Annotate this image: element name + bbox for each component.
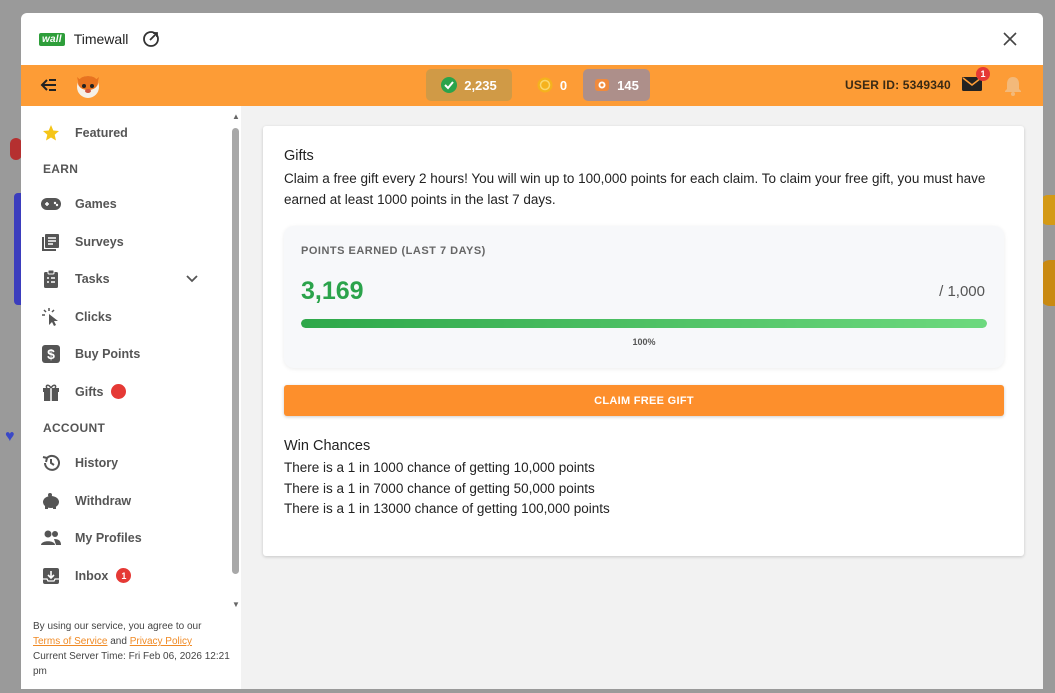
piggy-bank-icon	[41, 491, 61, 511]
points-earned-panel: POINTS EARNED (LAST 7 DAYS) 3,169 / 1,00…	[284, 226, 1004, 368]
check-circle-icon	[441, 77, 458, 93]
sidebar-item-featured[interactable]: Featured	[21, 114, 231, 152]
sidebar-item-surveys[interactable]: Surveys	[21, 223, 231, 261]
privacy-policy-link[interactable]: Privacy Policy	[130, 636, 192, 647]
win-chance-line: There is a 1 in 1000 chance of getting 1…	[284, 460, 595, 475]
progress-bar-fill	[301, 319, 987, 328]
scroll-up-arrow-icon[interactable]: ▲	[232, 112, 240, 121]
sidebar-item-tasks[interactable]: Tasks	[21, 261, 231, 299]
inbox-icon	[41, 566, 61, 586]
sidebar-scrollbar[interactable]: ▲ ▼	[231, 112, 241, 609]
scrollbar-thumb[interactable]	[232, 128, 239, 574]
scroll-down-arrow-icon[interactable]: ▼	[232, 600, 240, 609]
ticket-balance-value: 145	[617, 77, 639, 93]
gift-icon	[41, 382, 61, 402]
legal-notice: By using our service, you agree to our	[33, 621, 202, 632]
win-chance-line: There is a 1 in 7000 chance of getting 5…	[284, 480, 595, 496]
sidebar-item-label: Inbox	[75, 568, 109, 583]
sidebar-item-label: Games	[75, 197, 117, 212]
progress-bar	[301, 319, 987, 328]
sidebar-nav: Featured EARN Games Surveys Tasks Clicks…	[21, 106, 231, 616]
account-section-header: ACCOUNT	[43, 420, 106, 435]
sidebar-item-my-profiles[interactable]: My Profiles	[21, 520, 231, 558]
win-chances-title: Win Chances	[284, 438, 371, 454]
gifts-title: Gifts	[284, 148, 314, 164]
timewall-modal: wall Timewall 2,235 0 145 USER ID: 53493…	[21, 13, 1043, 689]
mail-badge: 1	[976, 67, 990, 81]
sidebar-item-label: Buy Points	[75, 347, 141, 362]
sidebar-item-label: Clicks	[75, 309, 112, 324]
chevron-down-icon[interactable]	[186, 270, 198, 288]
timewall-mascot-logo[interactable]	[73, 71, 103, 101]
modal-title: Timewall	[73, 31, 129, 47]
points-balance-value: 2,235	[464, 77, 497, 93]
sidebar-item-label: Gifts	[75, 384, 104, 399]
gamepad-icon	[41, 194, 61, 214]
survey-list-icon	[41, 232, 61, 252]
user-id: USER ID: 5349340	[845, 78, 951, 92]
sidebar-item-gifts[interactable]: Gifts	[21, 373, 231, 411]
click-icon	[41, 307, 61, 327]
inbox-badge: 1	[116, 568, 132, 584]
points-balance[interactable]: 2,235	[426, 69, 512, 101]
bell-icon[interactable]	[1004, 76, 1022, 96]
open-external-icon[interactable]	[142, 30, 160, 48]
people-icon	[41, 528, 61, 548]
sidebar-item-label: Featured	[75, 125, 128, 140]
sidebar-item-label: History	[75, 456, 119, 471]
sidebar-item-clicks[interactable]: Clicks	[21, 298, 231, 336]
main-content: Gifts Claim a free gift every 2 hours! Y…	[241, 106, 1043, 689]
close-button[interactable]	[999, 28, 1021, 50]
dollar-icon: $	[41, 344, 61, 364]
background-heart-icon: ♥	[5, 428, 15, 445]
coin-balance-value: 0	[559, 77, 568, 93]
win-chances-list: There is a 1 in 1000 chance of getting 1…	[284, 458, 610, 520]
coin-icon	[537, 77, 553, 93]
star-icon	[41, 123, 61, 143]
sidebar: Featured EARN Games Surveys Tasks Clicks…	[21, 106, 241, 689]
coin-balance[interactable]: 0	[513, 69, 591, 101]
points-goal: / 1,000	[939, 283, 985, 300]
sidebar-item-label: Tasks	[75, 272, 110, 287]
top-bar: 2,235 0 145 USER ID: 5349340 1	[21, 65, 1043, 106]
gifts-card: Gifts Claim a free gift every 2 hours! Y…	[263, 126, 1024, 556]
server-time: Current Server Time: Fri Feb 06, 2026 12…	[33, 651, 230, 677]
sidebar-item-games[interactable]: Games	[21, 186, 231, 224]
sidebar-footer: By using our service, you agree to our T…	[33, 619, 233, 679]
terms-of-service-link[interactable]: Terms of Service	[33, 636, 107, 647]
sidebar-item-label: Surveys	[75, 234, 124, 249]
ticket-balance[interactable]: 145	[583, 69, 650, 101]
close-icon	[1003, 32, 1017, 46]
history-icon	[41, 453, 61, 473]
claim-free-gift-button[interactable]: CLAIM FREE GIFT	[284, 385, 1004, 416]
sidebar-item-history[interactable]: History	[21, 445, 231, 483]
notification-dot	[111, 384, 127, 400]
clipboard-icon	[41, 269, 61, 289]
earn-section-header: EARN	[43, 161, 79, 176]
sidebar-item-label: My Profiles	[75, 531, 142, 546]
progress-percent: 100%	[632, 337, 656, 347]
svg-text:$: $	[47, 346, 55, 362]
timewall-logo: wall	[39, 32, 65, 46]
points-earned-label: POINTS EARNED (LAST 7 DAYS)	[301, 245, 486, 257]
sidebar-item-inbox[interactable]: Inbox 1	[21, 557, 231, 595]
modal-header: wall Timewall	[21, 13, 1043, 65]
gifts-description: Claim a free gift every 2 hours! You wil…	[284, 171, 986, 207]
legal-and: and	[110, 636, 127, 647]
win-chance-line: There is a 1 in 13000 chance of getting …	[284, 501, 610, 516]
sidebar-item-withdraw[interactable]: Withdraw	[21, 482, 231, 520]
points-earned-value: 3,169	[301, 277, 364, 305]
sidebar-item-label: Withdraw	[75, 493, 132, 508]
ticket-icon	[594, 77, 610, 93]
sidebar-item-buy-points[interactable]: $ Buy Points	[21, 336, 231, 374]
menu-collapse-icon[interactable]	[39, 77, 57, 98]
